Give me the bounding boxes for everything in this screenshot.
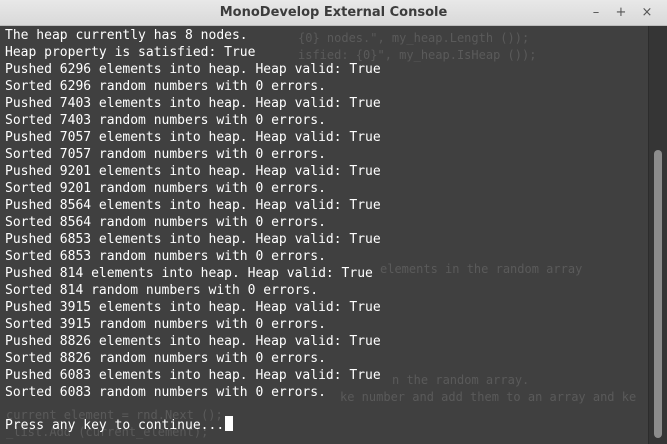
console-lines: The heap currently has 8 nodes. Heap pro… bbox=[5, 27, 381, 401]
console-line: Pushed 7403 elements into heap. Heap val… bbox=[5, 96, 381, 111]
console-line: Sorted 814 random numbers with 0 errors. bbox=[5, 283, 319, 298]
console-line: Pushed 8564 elements into heap. Heap val… bbox=[5, 198, 381, 213]
text-cursor bbox=[225, 416, 234, 431]
minimize-button[interactable]: – bbox=[585, 0, 607, 26]
console-prompt-line[interactable]: Press any key to continue... bbox=[5, 416, 234, 433]
console-line: Pushed 6296 elements into heap. Heap val… bbox=[5, 62, 381, 77]
console-line: Sorted 8826 random numbers with 0 errors… bbox=[5, 351, 326, 366]
console-line: Pushed 8826 elements into heap. Heap val… bbox=[5, 334, 381, 349]
maximize-button[interactable]: + bbox=[610, 0, 632, 26]
scrollbar-thumb[interactable] bbox=[654, 150, 662, 438]
console-line: Sorted 6296 random numbers with 0 errors… bbox=[5, 79, 326, 94]
vertical-scrollbar[interactable] bbox=[648, 26, 667, 444]
console-line: Pushed 6853 elements into heap. Heap val… bbox=[5, 232, 381, 247]
console-line: Sorted 6083 random numbers with 0 errors… bbox=[5, 385, 326, 400]
background-code-line: n the random array. bbox=[392, 373, 530, 387]
console-line: Sorted 9201 random numbers with 0 errors… bbox=[5, 181, 326, 196]
console-line: Pushed 9201 elements into heap. Heap val… bbox=[5, 164, 381, 179]
console-line: Pushed 3915 elements into heap. Heap val… bbox=[5, 300, 381, 315]
console-line: The heap currently has 8 nodes. bbox=[5, 28, 248, 43]
console-output-area[interactable]: {0} nodes.", my_heap.Length ()); isfied:… bbox=[0, 26, 648, 444]
close-button[interactable]: × bbox=[636, 0, 658, 26]
console-line: Sorted 8564 random numbers with 0 errors… bbox=[5, 215, 326, 230]
console-line: Pushed 814 elements into heap. Heap vali… bbox=[5, 266, 373, 281]
console-line: Sorted 7403 random numbers with 0 errors… bbox=[5, 113, 326, 128]
console-window: MonoDevelop External Console – + × {0} n… bbox=[0, 0, 667, 444]
console-line: Pushed 7057 elements into heap. Heap val… bbox=[5, 130, 381, 145]
background-code-line: ke number and add them to an array and k… bbox=[340, 390, 637, 404]
window-title: MonoDevelop External Console bbox=[219, 5, 448, 20]
console-line: Sorted 3915 random numbers with 0 errors… bbox=[5, 317, 326, 332]
console-line: Sorted 6853 random numbers with 0 errors… bbox=[5, 249, 326, 264]
continue-prompt: Press any key to continue... bbox=[5, 418, 225, 433]
background-code-line: elements in the random array bbox=[380, 262, 583, 276]
title-bar[interactable]: MonoDevelop External Console – + × bbox=[0, 0, 667, 26]
console-line: Heap property is satisfied: True bbox=[5, 45, 256, 60]
console-line: Pushed 6083 elements into heap. Heap val… bbox=[5, 368, 381, 383]
console-line: Sorted 7057 random numbers with 0 errors… bbox=[5, 147, 326, 162]
